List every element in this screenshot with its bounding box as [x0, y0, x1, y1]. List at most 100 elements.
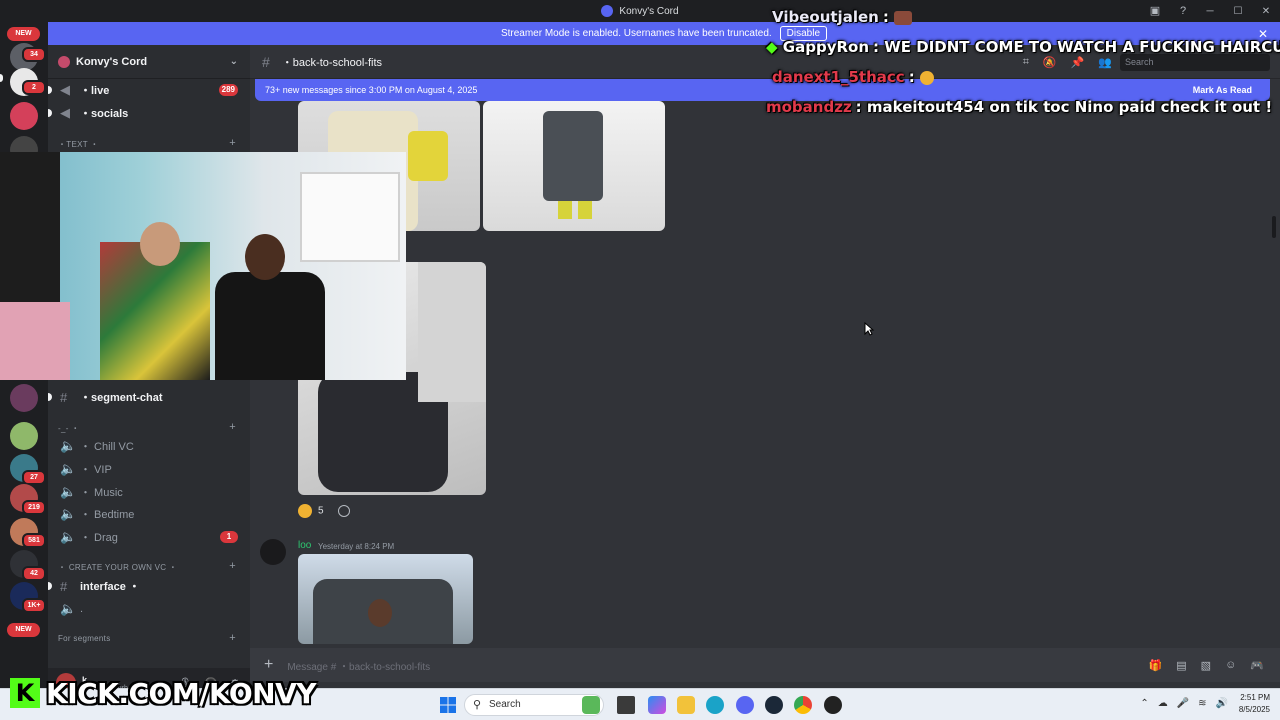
emote-icon — [894, 10, 913, 25]
overlay-chat-line: danext1_5thacc: — [772, 68, 934, 86]
copilot-app-icon[interactable] — [648, 696, 666, 714]
voice-channel[interactable]: 🔈 ・ Drag 1 — [56, 526, 244, 548]
category-segments[interactable]: For segments + — [58, 632, 244, 648]
screen: Konvy's Cord ▣ ? ─ ☐ ✕ Streamer Mode is … — [0, 0, 1280, 720]
wifi-icon[interactable]: ≋ — [1198, 698, 1206, 709]
add-channel-icon[interactable]: + — [229, 560, 236, 572]
overlay-chat-user: Vibeoutjalen — [772, 8, 879, 26]
voice-channel[interactable]: 🔈 ・ Chill VC — [56, 435, 244, 457]
server-header[interactable]: Konvy's Cord ⌄ — [48, 45, 250, 79]
channel-socials[interactable]: ◀ ・socials — [48, 102, 244, 124]
chat-scrollbar[interactable] — [1272, 216, 1276, 238]
category-label: ・TEXT ・ — [58, 140, 99, 149]
windows-start-icon[interactable] — [440, 697, 456, 713]
search-input[interactable]: Search — [1120, 54, 1270, 71]
threads-icon[interactable]: ⌗ — [1023, 56, 1029, 69]
composer-placeholder: Message # ・back-to-school-fits — [287, 661, 431, 673]
add-channel-icon[interactable]: + — [229, 137, 236, 149]
webcam-person — [140, 222, 180, 266]
channel-live[interactable]: ◀ ・live 289 — [48, 79, 244, 101]
unread-indicator — [48, 86, 52, 94]
unread-indicator — [0, 74, 3, 82]
chrome-app-icon[interactable] — [794, 696, 812, 714]
channel-interface[interactable]: # interface ・ — [48, 575, 244, 597]
category-text[interactable]: ・TEXT ・ + — [58, 137, 244, 153]
new-unreads-pill-bottom[interactable]: NEW — [7, 623, 40, 637]
attach-plus-icon[interactable]: + — [264, 656, 273, 674]
message-composer[interactable]: + Message # ・back-to-school-fits 🎁 ▤ ▧ ☺… — [250, 648, 1280, 682]
emoji-icon[interactable]: ☺ — [1225, 659, 1236, 672]
laughing-emoji-icon — [298, 504, 312, 518]
volume-icon[interactable]: 🔊 — [1216, 698, 1228, 709]
server-icon[interactable] — [10, 384, 38, 412]
channel-segment-chat[interactable]: # ・segment-chat — [48, 386, 244, 408]
gift-icon[interactable]: 🎁 — [1149, 659, 1163, 672]
mention-badge: 42 — [22, 566, 46, 581]
mark-as-read-button[interactable]: Mark As Read — [1193, 85, 1252, 95]
voice-channel[interactable]: 🔈 . — [56, 598, 244, 620]
channel-label: ・ Music — [80, 487, 123, 499]
speaker-icon: 🔈 — [60, 601, 77, 616]
steam-app-icon[interactable] — [765, 696, 783, 714]
minimize-icon[interactable]: ─ — [1196, 6, 1224, 17]
speaker-icon: 🔈 — [60, 529, 77, 544]
unread-indicator — [48, 582, 52, 590]
message-author[interactable]: loo — [298, 540, 311, 551]
photo-detail — [558, 201, 572, 219]
category-create-vc[interactable]: ・ CREATE YOUR OWN VC ・ + — [58, 560, 244, 576]
webcam-window — [300, 172, 400, 262]
taskbar-clock[interactable]: 2:51 PM 8/5/2025 — [1239, 692, 1270, 716]
screen-share-icon[interactable]: ▣ — [1148, 4, 1162, 18]
overlay-chat-message: makeitout454 on tik toc Nino paid check … — [866, 98, 1273, 116]
cloud-icon[interactable]: ☁ — [1158, 698, 1168, 709]
member-list-icon[interactable]: 👥 — [1098, 56, 1112, 69]
task-view-icon[interactable] — [617, 696, 635, 714]
server-icon[interactable] — [10, 102, 38, 130]
activities-icon[interactable]: 🎮 — [1250, 659, 1264, 672]
voice-channel[interactable]: 🔈 ・ VIP — [56, 458, 244, 480]
channel-label: ・live — [80, 85, 110, 97]
message-image[interactable] — [483, 101, 665, 231]
channel-label: interface ・ — [80, 581, 140, 593]
mention-badge: 581 — [22, 533, 46, 548]
sticker-icon[interactable]: ▧ — [1201, 659, 1211, 672]
mention-badge: 34 — [22, 47, 46, 62]
notifications-muted-icon[interactable]: 🔕 — [1043, 56, 1057, 69]
new-unreads-pill-top[interactable]: NEW — [7, 27, 40, 41]
edge-browser-icon[interactable] — [706, 696, 724, 714]
add-channel-icon[interactable]: + — [229, 421, 236, 433]
gif-icon[interactable]: ▤ — [1176, 659, 1186, 672]
photo-detail — [578, 201, 592, 219]
file-explorer-icon[interactable] — [677, 696, 695, 714]
add-reaction-icon[interactable] — [337, 505, 350, 517]
voice-channel[interactable]: 🔈 ・ Music — [56, 481, 244, 503]
obs-app-icon[interactable] — [824, 696, 842, 714]
server-icon[interactable] — [10, 422, 38, 450]
pinned-icon[interactable]: 📌 — [1071, 56, 1085, 69]
avatar[interactable] — [260, 539, 286, 565]
unread-indicator — [48, 109, 52, 117]
help-icon[interactable]: ? — [1176, 4, 1190, 18]
window-title: Konvy's Cord — [619, 5, 679, 17]
discord-app-icon[interactable] — [736, 696, 754, 714]
chevron-down-icon[interactable]: ⌄ — [230, 56, 238, 67]
widgets-app-icon[interactable] — [582, 696, 600, 714]
announcement-icon: ◀ — [60, 82, 70, 97]
speaker-icon: 🔈 — [60, 438, 77, 453]
taskbar-search-label: Search — [489, 699, 521, 710]
server-icon-small — [58, 55, 70, 68]
channel-label: ・socials — [80, 108, 129, 120]
photo-detail — [418, 262, 486, 402]
chevron-up-icon[interactable]: ⌃ — [1140, 698, 1148, 709]
announcement-icon: ◀ — [60, 105, 70, 120]
channel-label: ・segment-chat — [80, 392, 163, 404]
close-window-icon[interactable]: ✕ — [1252, 6, 1280, 17]
reaction-chip[interactable]: 5 — [298, 504, 324, 518]
add-channel-icon[interactable]: + — [229, 632, 236, 644]
message-image[interactable] — [298, 554, 473, 644]
unread-indicator — [48, 393, 52, 401]
voice-channel[interactable]: 🔈 ・ Bedtime — [56, 503, 244, 525]
channel-title: ・back-to-school-fits — [281, 56, 383, 69]
maximize-icon[interactable]: ☐ — [1224, 6, 1252, 17]
microphone-tray-icon[interactable]: 🎤 — [1177, 698, 1189, 709]
